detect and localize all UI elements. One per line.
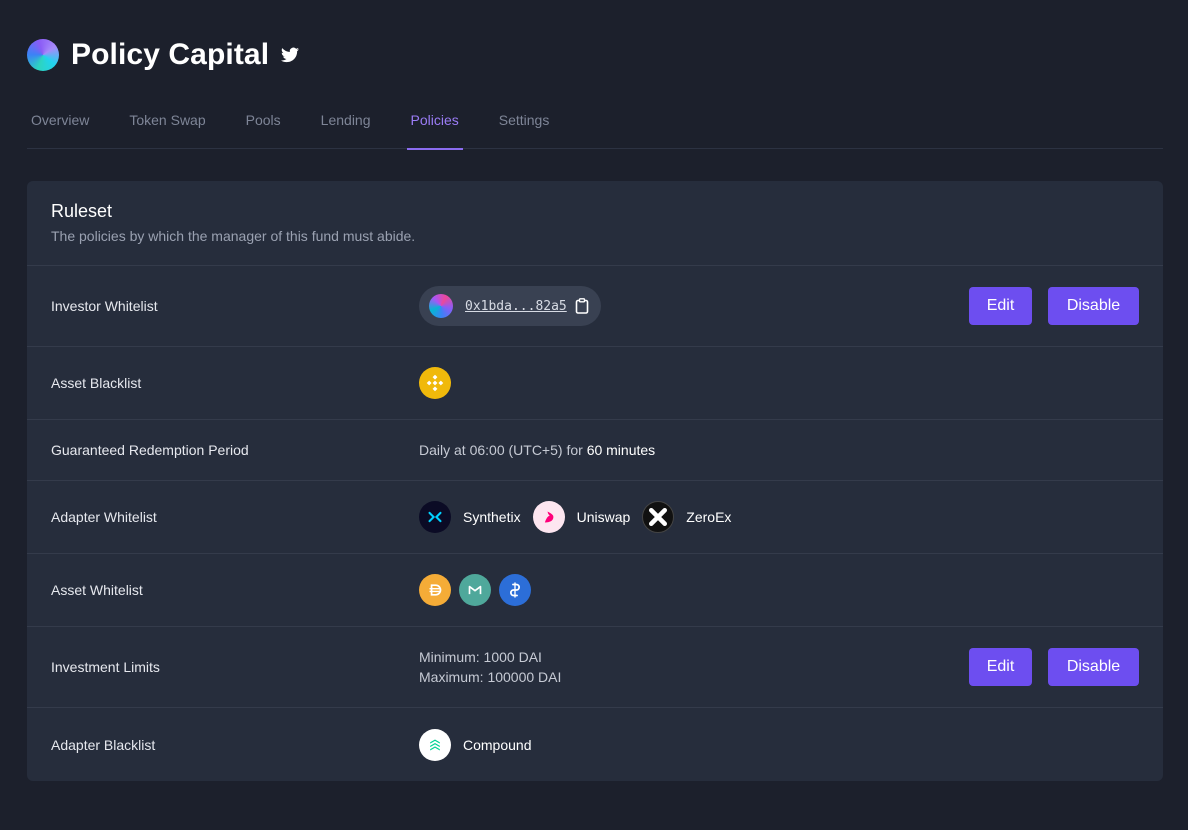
adapter-item: ZeroEx	[642, 501, 731, 533]
adapter-name: Synthetix	[463, 509, 521, 525]
policy-value	[419, 367, 1139, 399]
limit-maximum: Maximum: 100000 DAI	[419, 669, 562, 685]
tab-token-swap[interactable]: Token Swap	[125, 104, 209, 149]
address-pill: 0x1bda...82a5	[419, 286, 601, 326]
tab-settings[interactable]: Settings	[495, 104, 554, 149]
adapter-name: ZeroEx	[686, 509, 732, 525]
edit-button[interactable]: Edit	[969, 648, 1032, 686]
policy-row-asset-blacklist: Asset Blacklist	[27, 347, 1163, 420]
ruleset-header: Ruleset The policies by which the manage…	[27, 181, 1163, 266]
nav-tabs: Overview Token Swap Pools Lending Polici…	[27, 104, 1163, 150]
adapter-name: Uniswap	[576, 509, 631, 525]
tab-overview[interactable]: Overview	[27, 104, 93, 149]
clipboard-icon[interactable]	[575, 298, 589, 314]
policy-row-adapter-whitelist: Adapter Whitelist Synthetix Uniswap Zero…	[27, 481, 1163, 554]
policy-row-investor-whitelist: Investor Whitelist 0x1bda...82a5 Edit Di…	[27, 266, 1163, 347]
adapter-item: Uniswap	[532, 501, 631, 533]
policy-label: Asset Whitelist	[51, 582, 143, 598]
policy-value: Minimum: 1000 DAI Maximum: 100000 DAI	[419, 647, 969, 687]
uniswap-icon	[532, 501, 565, 533]
policy-row-redemption-period: Guaranteed Redemption Period Daily at 06…	[27, 420, 1163, 481]
zeroex-icon	[642, 501, 675, 533]
dai-icon	[419, 574, 451, 606]
disable-button[interactable]: Disable	[1048, 287, 1139, 325]
twitter-icon[interactable]	[281, 47, 300, 63]
disable-button[interactable]: Disable	[1048, 648, 1139, 686]
page-title: Policy Capital	[71, 38, 270, 71]
redemption-duration: 60 minutes	[586, 442, 656, 458]
tab-policies[interactable]: Policies	[406, 104, 464, 150]
address-avatar-icon	[429, 294, 453, 318]
tab-pools[interactable]: Pools	[242, 104, 285, 149]
policy-label: Guaranteed Redemption Period	[51, 442, 249, 458]
policy-row-asset-whitelist: Asset Whitelist	[27, 554, 1163, 627]
policy-label: Asset Blacklist	[51, 375, 142, 391]
synthetix-icon	[419, 501, 451, 533]
ruleset-subtitle: The policies by which the manager of thi…	[51, 228, 416, 244]
row-actions: Edit Disable	[969, 287, 1139, 325]
policy-value: Compound	[419, 728, 1139, 761]
compound-icon	[419, 728, 451, 761]
policy-value: Daily at 06:00 (UTC+5) for 60 minutes	[419, 442, 1139, 458]
adapter-name: Compound	[463, 736, 532, 753]
row-actions: Edit Disable	[969, 648, 1139, 686]
edit-button[interactable]: Edit	[969, 287, 1032, 325]
ruleset-title: Ruleset	[51, 201, 113, 221]
limit-minimum: Minimum: 1000 DAI	[419, 649, 542, 665]
ruleset-card: Ruleset The policies by which the manage…	[27, 181, 1163, 781]
fund-header: Policy Capital	[27, 38, 300, 72]
policy-value	[419, 574, 1139, 606]
tab-lending[interactable]: Lending	[317, 104, 375, 149]
whitelist-address[interactable]: 0x1bda...82a5	[465, 299, 567, 314]
policy-row-investment-limits: Investment Limits Minimum: 1000 DAI Maxi…	[27, 627, 1163, 708]
policy-label: Investor Whitelist	[51, 298, 158, 314]
mkr-icon	[459, 574, 491, 606]
policy-value: Synthetix Uniswap ZeroEx	[419, 501, 1139, 533]
redemption-schedule: Daily at 06:00 (UTC+5) for	[419, 442, 583, 458]
chain-icon	[499, 574, 531, 606]
adapter-item: Compound	[419, 728, 532, 761]
policy-row-adapter-blacklist: Adapter Blacklist Compound	[27, 708, 1163, 781]
policy-label: Adapter Whitelist	[51, 509, 157, 525]
policy-label: Investment Limits	[51, 659, 160, 675]
fund-logo	[27, 39, 59, 71]
policy-label: Adapter Blacklist	[51, 736, 156, 753]
adapter-item: Synthetix	[419, 501, 521, 533]
policy-value: 0x1bda...82a5	[419, 286, 969, 326]
binance-icon	[419, 367, 451, 399]
